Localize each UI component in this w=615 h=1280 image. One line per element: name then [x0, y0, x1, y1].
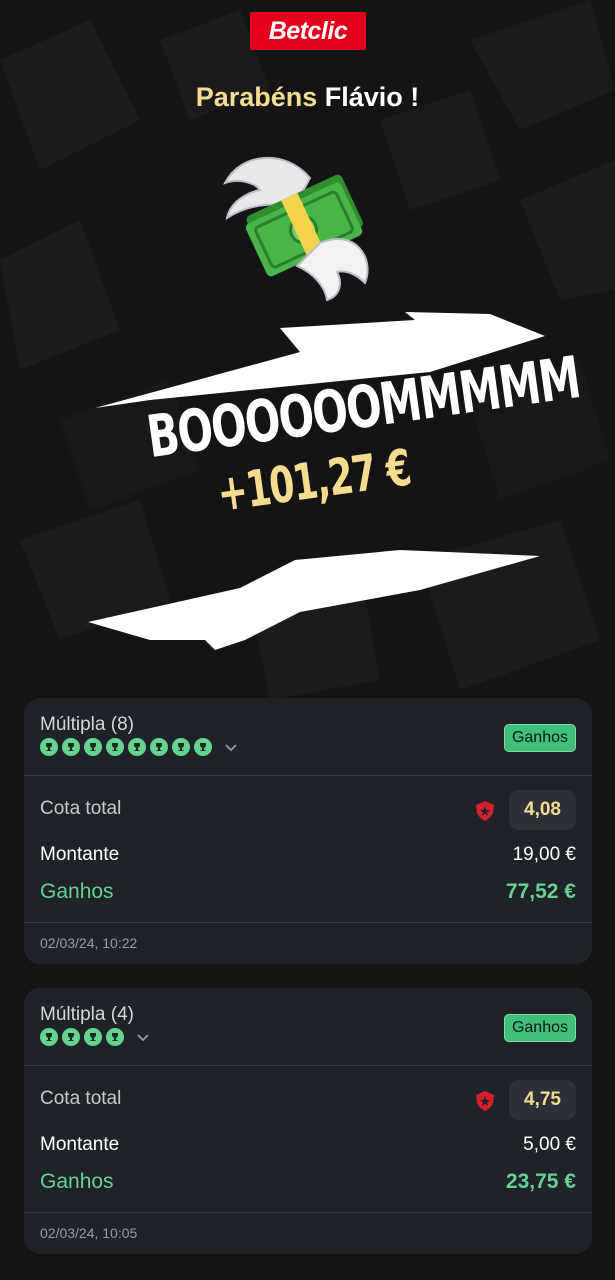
greeting-prefix: Parabéns — [195, 82, 318, 112]
ganhos-row: Ganhos 77,52 € — [24, 872, 592, 922]
chevron-down-icon[interactable] — [224, 740, 238, 754]
trophy-icon — [62, 738, 80, 756]
montante-value: 19,00 € — [512, 844, 576, 865]
bet-card-header[interactable]: Múltipla (8) Ganhos — [24, 698, 592, 776]
bet-card-header[interactable]: Múltipla (4) Ganhos — [24, 988, 592, 1066]
status-badge: Ganhos — [503, 724, 576, 752]
montante-row: Montante 19,00 € — [24, 832, 592, 872]
trophy-icon — [150, 738, 168, 756]
bet-timestamp: 02/03/24, 10:05 — [40, 1225, 138, 1241]
trophy-icon — [106, 738, 124, 756]
ganhos-value: 77,52 € — [505, 880, 576, 903]
flying-money-icon: $ — [223, 156, 369, 302]
ganhos-label: Ganhos — [40, 1170, 114, 1193]
trophy-icon — [40, 738, 58, 756]
bet-title: Múltipla (8) — [40, 714, 134, 735]
montante-label: Montante — [40, 844, 120, 865]
bet-title: Múltipla (4) — [40, 1004, 134, 1025]
montante-label: Montante — [40, 1134, 120, 1155]
trophy-icon — [84, 738, 102, 756]
chevron-down-icon[interactable] — [136, 1030, 150, 1044]
cota-label: Cota total — [40, 798, 122, 819]
trophy-icon — [106, 1028, 124, 1046]
trophy-icon — [84, 1028, 102, 1046]
bet-card[interactable]: Múltipla (8) Ganhos Cota total 4,08 Mont… — [24, 698, 592, 964]
selection-results[interactable] — [40, 738, 238, 756]
montante-value: 5,00 € — [523, 1134, 576, 1155]
greeting-name: Flávio ! — [324, 82, 420, 112]
cota-label: Cota total — [40, 1088, 122, 1109]
boost-shield-icon — [476, 801, 494, 821]
bet-timestamp: 02/03/24, 10:22 — [40, 935, 138, 951]
ganhos-label: Ganhos — [40, 880, 114, 903]
greeting-heading: Parabéns Flávio ! — [0, 82, 615, 113]
cota-row: Cota total 4,75 — [24, 1066, 592, 1122]
bet-footer: 02/03/24, 10:05 — [24, 1212, 592, 1254]
cota-row: Cota total 4,08 — [24, 776, 592, 832]
ganhos-row: Ganhos 23,75 € — [24, 1162, 592, 1212]
betclic-logo: Betclic — [250, 12, 366, 50]
montante-row: Montante 5,00 € — [24, 1122, 592, 1162]
trophy-icon — [172, 738, 190, 756]
trophy-icon — [62, 1028, 80, 1046]
odds-value: 4,75 — [509, 1080, 576, 1120]
bet-card[interactable]: Múltipla (4) Ganhos Cota total 4,75 Mont… — [24, 988, 592, 1254]
trophy-icon — [40, 1028, 58, 1046]
status-badge: Ganhos — [503, 1014, 576, 1042]
odds-value: 4,08 — [509, 790, 576, 830]
boost-shield-icon — [476, 1091, 494, 1111]
trophy-icon — [194, 738, 212, 756]
bet-footer: 02/03/24, 10:22 — [24, 922, 592, 964]
selection-results[interactable] — [40, 1028, 150, 1046]
ganhos-value: 23,75 € — [505, 1170, 576, 1193]
trophy-icon — [128, 738, 146, 756]
